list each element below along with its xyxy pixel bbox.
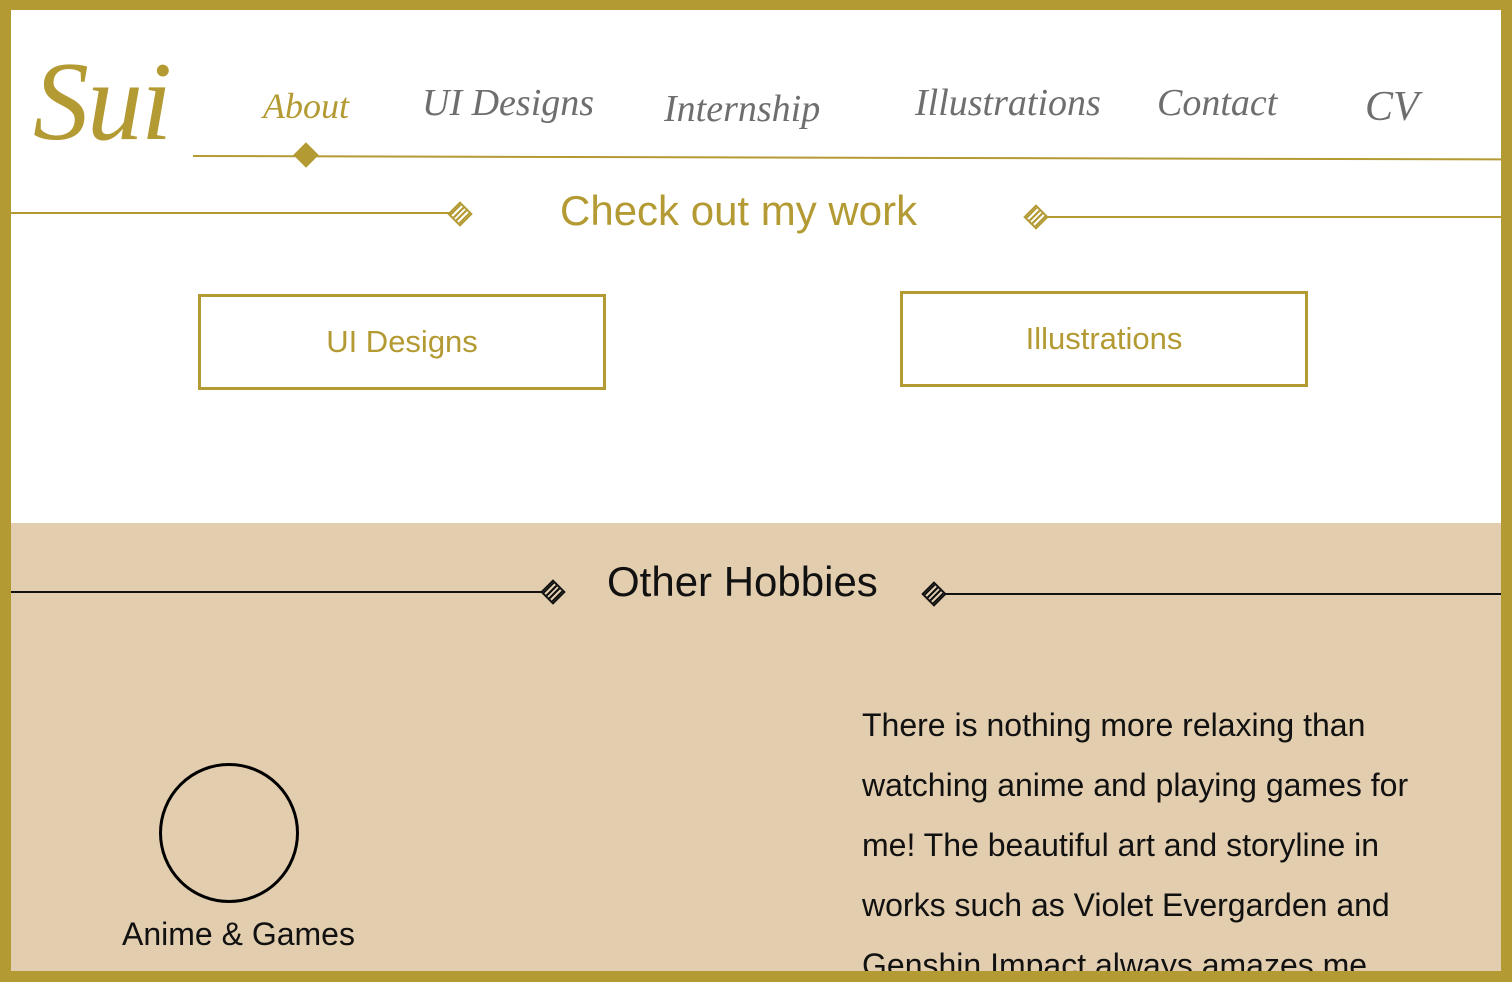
hobby-label: Anime & Games — [122, 916, 355, 952]
nav-underline — [192, 155, 1501, 161]
nav-cv[interactable]: CV — [1365, 86, 1419, 128]
hobby-image-placeholder — [159, 763, 299, 903]
work-rule-left — [11, 212, 451, 214]
hobbies-rule-left — [11, 591, 541, 593]
site-logo[interactable]: Sui — [33, 46, 172, 158]
nav-contact[interactable]: Contact — [1157, 84, 1277, 122]
hobbies-section-title: Other Hobbies — [607, 558, 878, 605]
work-section-title: Check out my work — [560, 187, 918, 234]
diamond-ornament-icon — [921, 581, 947, 607]
illustrations-button[interactable]: Illustrations — [900, 291, 1308, 387]
diamond-marker-icon — [293, 142, 319, 168]
hobbies-rule-right — [945, 593, 1501, 595]
hobby-description: There is nothing more relaxing than watc… — [862, 707, 1409, 971]
nav-about[interactable]: About — [263, 88, 349, 124]
ui-designs-button[interactable]: UI Designs — [198, 294, 606, 390]
diamond-ornament-icon — [447, 201, 473, 227]
diamond-ornament-icon — [540, 579, 566, 605]
nav-internship[interactable]: Internship — [664, 90, 820, 128]
work-rule-right — [1045, 216, 1501, 218]
hobbies-section: Other Hobbies Anime & Games There is not… — [11, 523, 1501, 971]
page-frame: Sui About UI Designs Internship Illustra… — [11, 10, 1501, 971]
nav-ui-designs[interactable]: UI Designs — [422, 84, 594, 122]
nav-illustrations[interactable]: Illustrations — [915, 84, 1101, 122]
